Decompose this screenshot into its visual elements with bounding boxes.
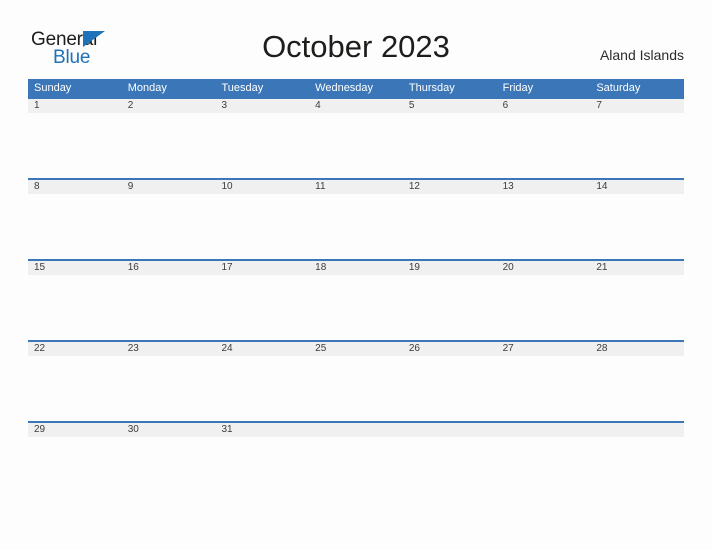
date-number-strip: 1 2 3 4 5 6 7 xyxy=(28,99,684,113)
page-header: General Blue October 2023 Aland Islands xyxy=(0,0,712,79)
weekday-header-saturday: Saturday xyxy=(596,82,641,94)
day-cell[interactable]: 21 xyxy=(590,261,684,275)
day-cell[interactable]: 6 xyxy=(497,99,591,113)
day-cell[interactable]: 17 xyxy=(215,261,309,275)
day-cell[interactable]: 31 xyxy=(215,423,309,437)
day-cell[interactable]: 19 xyxy=(403,261,497,275)
weekday-header-row: Sunday Monday Tuesday Wednesday Thursday… xyxy=(28,79,684,97)
day-cell[interactable]: 11 xyxy=(309,180,403,194)
weekday-header-friday: Friday xyxy=(502,82,534,94)
week-body-area[interactable] xyxy=(28,437,684,502)
week-row: 29 30 31 xyxy=(28,421,684,502)
day-cell[interactable]: 23 xyxy=(122,342,216,356)
day-cell[interactable]: 5 xyxy=(403,99,497,113)
day-cell[interactable]: 8 xyxy=(28,180,122,194)
week-body-area[interactable] xyxy=(28,113,684,178)
day-cell[interactable]: 18 xyxy=(309,261,403,275)
day-cell[interactable]: 10 xyxy=(215,180,309,194)
day-cell-empty xyxy=(590,423,684,437)
day-cell[interactable]: 27 xyxy=(497,342,591,356)
day-cell[interactable]: 26 xyxy=(403,342,497,356)
calendar-page: General Blue October 2023 Aland Islands … xyxy=(0,0,712,550)
weekday-header-sunday: Sunday xyxy=(34,82,72,94)
week-row: 22 23 24 25 26 27 28 xyxy=(28,340,684,421)
day-cell[interactable]: 30 xyxy=(122,423,216,437)
calendar-grid: Sunday Monday Tuesday Wednesday Thursday… xyxy=(28,79,684,502)
day-cell[interactable]: 13 xyxy=(497,180,591,194)
day-cell[interactable]: 15 xyxy=(28,261,122,275)
weekday-header-wednesday: Wednesday xyxy=(315,82,374,94)
date-number-strip: 29 30 31 xyxy=(28,423,684,437)
day-cell[interactable]: 25 xyxy=(309,342,403,356)
day-cell[interactable]: 7 xyxy=(590,99,684,113)
day-cell[interactable]: 3 xyxy=(215,99,309,113)
day-cell[interactable]: 9 xyxy=(122,180,216,194)
location-label: Aland Islands xyxy=(599,47,684,63)
day-cell-empty xyxy=(403,423,497,437)
week-body-area[interactable] xyxy=(28,356,684,421)
date-number-strip: 22 23 24 25 26 27 28 xyxy=(28,342,684,356)
day-cell[interactable]: 29 xyxy=(28,423,122,437)
day-cell[interactable]: 20 xyxy=(497,261,591,275)
day-cell[interactable]: 2 xyxy=(122,99,216,113)
day-cell[interactable]: 24 xyxy=(215,342,309,356)
day-cell[interactable]: 28 xyxy=(590,342,684,356)
day-cell[interactable]: 4 xyxy=(309,99,403,113)
day-cell-empty xyxy=(497,423,591,437)
date-number-strip: 8 9 10 11 12 13 14 xyxy=(28,180,684,194)
day-cell-empty xyxy=(309,423,403,437)
week-body-area[interactable] xyxy=(28,194,684,259)
week-row: 15 16 17 18 19 20 21 xyxy=(28,259,684,340)
day-cell[interactable]: 16 xyxy=(122,261,216,275)
week-row: 1 2 3 4 5 6 7 xyxy=(28,97,684,178)
weekday-header-monday: Monday xyxy=(127,82,167,94)
week-body-area[interactable] xyxy=(28,275,684,340)
day-cell[interactable]: 1 xyxy=(28,99,122,113)
day-cell[interactable]: 12 xyxy=(403,180,497,194)
day-cell[interactable]: 14 xyxy=(590,180,684,194)
day-cell[interactable]: 22 xyxy=(28,342,122,356)
weekday-header-thursday: Thursday xyxy=(408,82,455,94)
week-row: 8 9 10 11 12 13 14 xyxy=(28,178,684,259)
weekday-header-tuesday: Tuesday xyxy=(221,82,264,94)
date-number-strip: 15 16 17 18 19 20 21 xyxy=(28,261,684,275)
